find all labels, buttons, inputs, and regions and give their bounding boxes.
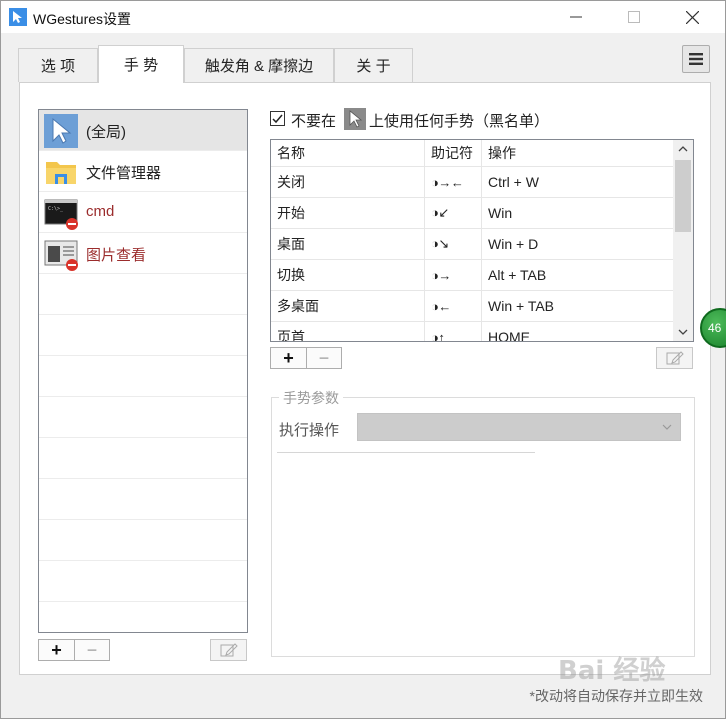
settings-window: WGestures设置 选 项 手 势 触发角 & 摩擦边 关 于 (全局) 文… — [0, 0, 726, 719]
blacklist-label-before: 不要在 — [291, 113, 337, 130]
folder-icon — [46, 162, 76, 184]
app-item-label: 图片查看 — [86, 247, 147, 264]
table-row[interactable]: 页首 ◑↑ HOME — [271, 322, 673, 342]
app-item-global[interactable]: (全局) — [39, 110, 247, 151]
table-row[interactable]: 切换 ◑→ Alt + TAB — [271, 260, 673, 291]
app-item-cmd[interactable]: C:\>_ cmd — [39, 192, 247, 233]
edit-icon — [666, 351, 684, 365]
terminal-icon: C:\>_ — [44, 199, 78, 230]
gesture-table-scrollbar[interactable] — [673, 140, 693, 341]
gesture-mnemonic: ◑↘ — [425, 229, 482, 259]
gesture-action: Alt + TAB — [488, 267, 547, 283]
gesture-mnemonic: ◑→ — [425, 260, 482, 290]
tab-options[interactable]: 选 项 — [18, 48, 98, 82]
app-item-label: (全局) — [86, 124, 126, 141]
watermark-text: Bai 经验 — [558, 656, 666, 686]
cursor-arrow-icon — [44, 114, 78, 148]
check-icon — [272, 114, 283, 123]
cursor-arrow-icon — [344, 108, 366, 130]
scroll-up-icon[interactable] — [673, 140, 693, 158]
gesture-mnemonic: ◑→← — [425, 167, 482, 197]
minimize-icon — [570, 16, 582, 18]
blacklist-label-after: 上使用任何手势（黑名单） — [369, 113, 550, 130]
empty-list-row — [39, 274, 247, 315]
app-list-button-group: + − — [38, 639, 110, 661]
scroll-down-icon[interactable] — [673, 323, 693, 341]
maximize-icon — [628, 11, 640, 23]
gesture-action: Win — [488, 205, 513, 221]
app-item-label: 文件管理器 — [86, 165, 162, 182]
empty-list-row — [39, 561, 247, 602]
add-gesture-button[interactable]: + — [271, 348, 306, 368]
close-icon — [685, 10, 699, 24]
column-header-mnemonic[interactable]: 助记符 — [425, 140, 482, 166]
gesture-name: 页首 — [271, 322, 425, 341]
table-row[interactable]: 多桌面 ◑← Win + TAB — [271, 291, 673, 322]
empty-list-row — [39, 397, 247, 438]
gesture-name: 桌面 — [271, 229, 425, 259]
maximize-button[interactable] — [611, 1, 657, 33]
add-app-button[interactable]: + — [39, 640, 74, 660]
tab-about[interactable]: 关 于 — [334, 48, 413, 82]
gesture-action: Ctrl + W — [488, 174, 539, 190]
window-title: WGestures设置 — [33, 11, 132, 27]
gesture-table-header: 名称 助记符 操作 — [271, 140, 673, 167]
app-item-label: cmd — [86, 203, 115, 220]
gesture-name: 多桌面 — [271, 291, 425, 321]
column-header-action[interactable]: 操作 — [482, 140, 672, 166]
gesture-name: 切换 — [271, 260, 425, 290]
badge-count: 46 — [708, 321, 722, 335]
watermark: Bai 经验 — [558, 650, 688, 690]
gesture-name: 关闭 — [271, 167, 425, 197]
minimize-button[interactable] — [553, 1, 599, 33]
app-item-photo-viewer[interactable]: 图片查看 — [39, 233, 247, 274]
gesture-mnemonic: ◑← — [425, 291, 482, 321]
edit-icon — [220, 643, 238, 657]
gesture-mnemonic: ◑↑ — [425, 322, 482, 341]
edit-gesture-button[interactable] — [656, 347, 693, 369]
divider — [277, 452, 535, 453]
table-row[interactable]: 桌面 ◑↘ Win + D — [271, 229, 673, 260]
gesture-params-legend: 手势参数 — [279, 388, 343, 408]
action-select[interactable] — [357, 413, 681, 441]
empty-list-row — [39, 315, 247, 356]
empty-list-row — [39, 479, 247, 520]
app-logo-icon — [9, 8, 27, 26]
app-item-file-manager[interactable]: 文件管理器 — [39, 151, 247, 192]
blacklist-checkbox[interactable] — [270, 111, 285, 126]
table-row[interactable]: 开始 ◑↙ Win — [271, 198, 673, 229]
scrollbar-thumb[interactable] — [675, 160, 691, 232]
menu-button[interactable] — [682, 45, 710, 73]
svg-text:C:\>_: C:\>_ — [48, 206, 64, 212]
close-button[interactable] — [669, 1, 715, 33]
empty-list-row — [39, 356, 247, 397]
tab-gestures[interactable]: 手 势 — [98, 45, 184, 83]
app-list[interactable]: (全局) 文件管理器 C:\>_ cmd 图片查看 — [38, 109, 248, 633]
action-label: 执行操作 — [279, 422, 340, 439]
table-row[interactable]: 关闭 ◑→← Ctrl + W — [271, 167, 673, 198]
tab-hot-corners[interactable]: 触发角 & 摩擦边 — [184, 48, 334, 82]
empty-list-row — [39, 438, 247, 479]
gesture-table[interactable]: 名称 助记符 操作 关闭 ◑→← Ctrl + W 开始 ◑↙ Win 桌面 ◑… — [270, 139, 694, 342]
photo-viewer-icon — [44, 240, 78, 271]
gesture-action: Win + D — [488, 236, 539, 252]
column-header-name[interactable]: 名称 — [271, 140, 425, 166]
gesture-action: HOME — [488, 329, 530, 342]
gesture-action: Win + TAB — [488, 298, 555, 314]
gesture-name: 开始 — [271, 198, 425, 228]
remove-app-button[interactable]: − — [74, 640, 109, 660]
edit-app-button[interactable] — [210, 639, 247, 661]
remove-gesture-button[interactable]: − — [306, 348, 341, 368]
hamburger-menu-icon — [689, 53, 703, 65]
empty-list-row — [39, 520, 247, 561]
title-bar: WGestures设置 — [1, 1, 725, 33]
gesture-mnemonic: ◑↙ — [425, 198, 482, 228]
gesture-button-group: + − — [270, 347, 342, 369]
chevron-down-icon — [662, 424, 672, 430]
